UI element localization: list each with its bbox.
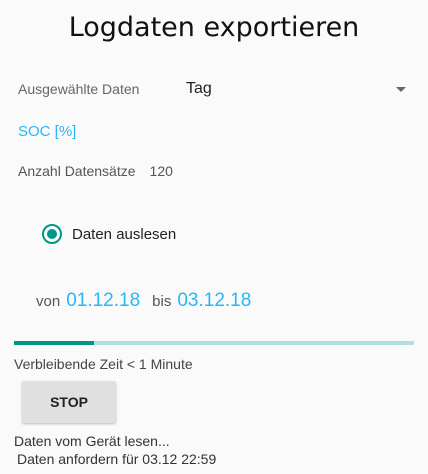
record-count-value: 120 <box>149 163 173 179</box>
data-selection-value: Tag <box>186 80 212 97</box>
remaining-time: Verbleibende Zeit < 1 Minute <box>14 356 193 372</box>
read-data-radio[interactable]: Daten auslesen <box>42 224 176 244</box>
read-data-label: Daten auslesen <box>72 225 177 243</box>
channel-label: SOC [%] <box>18 123 77 140</box>
data-selection-label: Ausgewählte Daten <box>18 81 140 97</box>
stop-button[interactable]: STOP <box>22 381 116 423</box>
page-title: Logdaten exportieren <box>68 12 360 43</box>
status-log-line: Daten vom Gerät lesen... <box>14 433 170 449</box>
from-date[interactable]: 01.12.18 <box>66 290 140 312</box>
to-label: bis <box>152 293 172 310</box>
to-date[interactable]: 03.12.18 <box>177 290 251 312</box>
record-count-row: Anzahl Datensätze 120 <box>18 163 173 179</box>
progress-fill <box>14 341 94 345</box>
progress-bar <box>14 341 414 345</box>
caret-down-icon <box>396 86 406 92</box>
status-log-line: Daten anfordern für 03.12 22:59 <box>17 451 217 467</box>
data-selection-row: Ausgewählte Daten Tag <box>18 78 410 100</box>
radio-selected-icon <box>42 224 62 244</box>
date-range-row: von 01.12.18 bis 03.12.18 <box>36 290 263 312</box>
data-selection-dropdown[interactable]: Tag <box>186 78 410 100</box>
radio-dot <box>47 229 57 239</box>
from-label: von <box>36 293 61 310</box>
record-count-label: Anzahl Datensätze <box>18 163 136 179</box>
